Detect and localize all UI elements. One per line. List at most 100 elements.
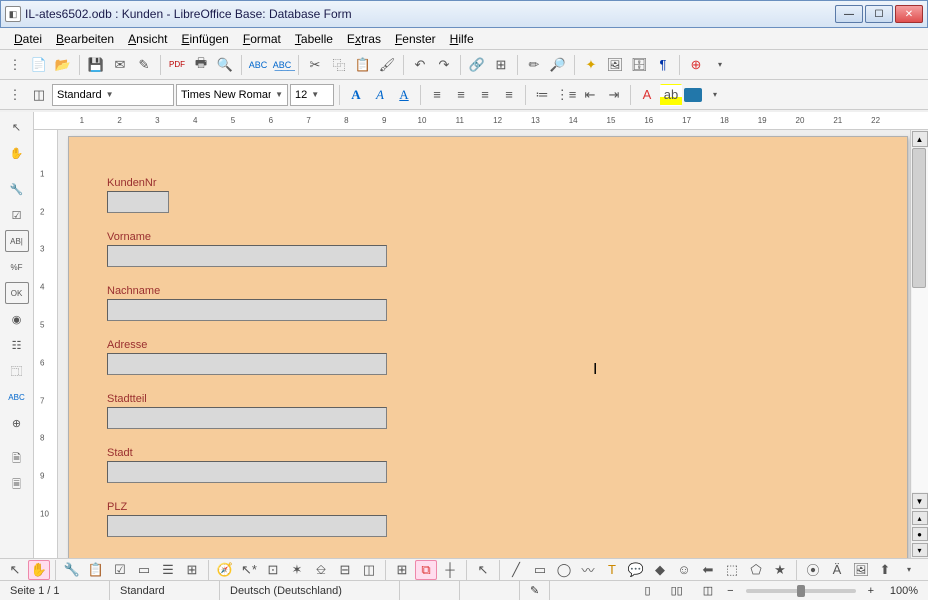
view-layout-book[interactable]: ◫ [693, 581, 723, 600]
preview-button[interactable]: 🔍 [214, 54, 236, 76]
scroll-down-button[interactable]: ▼ [912, 493, 928, 509]
help-button[interactable]: ⊕ [685, 54, 707, 76]
menu-extras[interactable]: Extras [341, 30, 387, 48]
control-props-button[interactable]: 🔧 [5, 178, 29, 200]
format-paint-button[interactable]: 🖌 [376, 54, 398, 76]
scroll-up-button[interactable]: ▲ [912, 131, 928, 147]
gallery-button[interactable]: 🖼 [604, 54, 626, 76]
menu-bearbeiten[interactable]: Bearbeiten [50, 30, 120, 48]
close-button[interactable]: ✕ [895, 5, 923, 23]
zoom-out-button[interactable]: − [723, 585, 737, 597]
spellcheck-button[interactable]: ABC [247, 54, 269, 76]
font-name-select[interactable]: Times New Roman ▼ [176, 84, 288, 106]
callouts-tool[interactable]: ⬠ [745, 560, 767, 580]
shapes-tool[interactable]: ◆ [649, 560, 671, 580]
align-right-button[interactable]: ≡ [474, 84, 496, 106]
highlight-button[interactable]: ab [660, 84, 682, 106]
field-input[interactable] [107, 353, 387, 375]
pushbutton-tool[interactable]: OK [5, 282, 29, 304]
document-canvas[interactable]: I KundenNrVornameNachnameAdresseStadttei… [58, 130, 910, 558]
autospell-button[interactable]: A͟B͟C͟ [271, 54, 293, 76]
listbox-tool[interactable]: ☷ [5, 334, 29, 356]
form-nav-button[interactable]: 🗎 [5, 448, 29, 470]
draw-select[interactable]: ↖ [472, 560, 494, 580]
save-button[interactable]: 💾 [85, 54, 107, 76]
language-status[interactable]: Deutsch (Deutschland) [220, 581, 400, 600]
email-button[interactable]: ✉ [109, 54, 131, 76]
guides-button[interactable]: ┼ [439, 560, 461, 580]
textbox-tool[interactable]: AB| [5, 230, 29, 252]
activation-button[interactable]: ⊡ [262, 560, 284, 580]
dropdown-arrow-icon[interactable]: ▾ [898, 560, 920, 580]
print-button[interactable]: 🖶 [190, 54, 212, 76]
next-page-button[interactable]: ▾ [912, 543, 928, 557]
group-button[interactable]: ⊟ [334, 560, 356, 580]
prev-page-button[interactable]: ▴ [912, 511, 928, 525]
undo-button[interactable]: ↶ [409, 54, 431, 76]
form-wizard-button[interactable]: 📋 [85, 560, 107, 580]
edit-button[interactable]: ✎ [133, 54, 155, 76]
align-center-button[interactable]: ≡ [450, 84, 472, 106]
scroll-track[interactable] [912, 148, 928, 492]
dropdown-arrow-icon[interactable]: ▾ [709, 54, 731, 76]
menu-tabelle[interactable]: Tabelle [289, 30, 339, 48]
paragraph-style-select[interactable]: Standard ▼ [52, 84, 174, 106]
menu-format[interactable]: Format [237, 30, 287, 48]
vertical-scrollbar[interactable]: ▲ ▼ ▴ ● ▾ [910, 130, 928, 558]
anchor-button[interactable]: ⎒ [310, 560, 332, 580]
style-status[interactable]: Standard [110, 581, 220, 600]
checkbox-b[interactable]: ☑ [109, 560, 131, 580]
fontwork-tool[interactable]: Ä [826, 560, 848, 580]
menu-einfügen[interactable]: Einfügen [175, 30, 234, 48]
new-button[interactable]: 📄 [28, 54, 50, 76]
points-tool[interactable]: ⦿ [802, 560, 824, 580]
navigator-button[interactable]: ✦ [580, 54, 602, 76]
bg-color-button[interactable] [684, 88, 702, 102]
menu-ansicht[interactable]: Ansicht [122, 30, 173, 48]
menu-fenster[interactable]: Fenster [389, 30, 442, 48]
field-input[interactable] [107, 515, 387, 537]
extrusion-tool[interactable]: ⬆ [874, 560, 896, 580]
position-button[interactable]: ✶ [286, 560, 308, 580]
decrease-indent-button[interactable]: ⇤ [579, 84, 601, 106]
more-controls-button[interactable]: ⊕ [5, 412, 29, 434]
ellipse-tool[interactable]: ◯ [553, 560, 575, 580]
font-color-button[interactable]: A [636, 84, 658, 106]
textframe-tool[interactable]: T [601, 560, 623, 580]
design-toggle-b[interactable]: ✋ [28, 560, 50, 580]
paste-button[interactable]: 📋 [352, 54, 374, 76]
snap-button[interactable]: ⧉ [415, 560, 437, 580]
radio-tool[interactable]: ◉ [5, 308, 29, 330]
menu-datei[interactable]: Datei [8, 30, 48, 48]
bulleted-list-button[interactable]: ⋮≡ [555, 84, 577, 106]
show-draw-button[interactable]: ✏ [523, 54, 545, 76]
select-tool[interactable]: ↖ [5, 116, 29, 138]
symbol-shapes-tool[interactable]: ☺ [673, 560, 695, 580]
vertical-ruler[interactable]: 12345678910 [34, 130, 58, 558]
view-layout-multi[interactable]: ▯▯ [661, 581, 693, 600]
export-pdf-button[interactable]: PDF [166, 54, 188, 76]
redo-button[interactable]: ↷ [433, 54, 455, 76]
field-input[interactable] [107, 191, 169, 213]
zoom-knob[interactable] [797, 585, 805, 597]
combobox-tool[interactable]: ⿹ [5, 360, 29, 382]
field-input[interactable] [107, 407, 387, 429]
find-button[interactable]: 🔎 [547, 54, 569, 76]
nonprint-button[interactable]: ¶ [652, 54, 674, 76]
design-mode-button[interactable]: ✋ [5, 142, 29, 164]
text-b[interactable]: ▭ [133, 560, 155, 580]
bold-button[interactable]: A [345, 84, 367, 106]
arrows-tool[interactable]: ⬅ [697, 560, 719, 580]
zoom-slider[interactable] [746, 589, 856, 593]
field-input[interactable] [107, 245, 387, 267]
selection-mode[interactable] [460, 581, 520, 600]
callout-tool[interactable]: 💬 [625, 560, 647, 580]
copy-button[interactable]: ⿻ [328, 54, 350, 76]
font-size-select[interactable]: 12 ▼ [290, 84, 334, 106]
table-button[interactable]: ⊞ [490, 54, 512, 76]
increase-indent-button[interactable]: ⇥ [603, 84, 625, 106]
field-input[interactable] [107, 299, 387, 321]
scroll-thumb[interactable] [912, 148, 926, 288]
image-tool[interactable]: 🖼 [850, 560, 872, 580]
flowchart-tool[interactable]: ⬚ [721, 560, 743, 580]
